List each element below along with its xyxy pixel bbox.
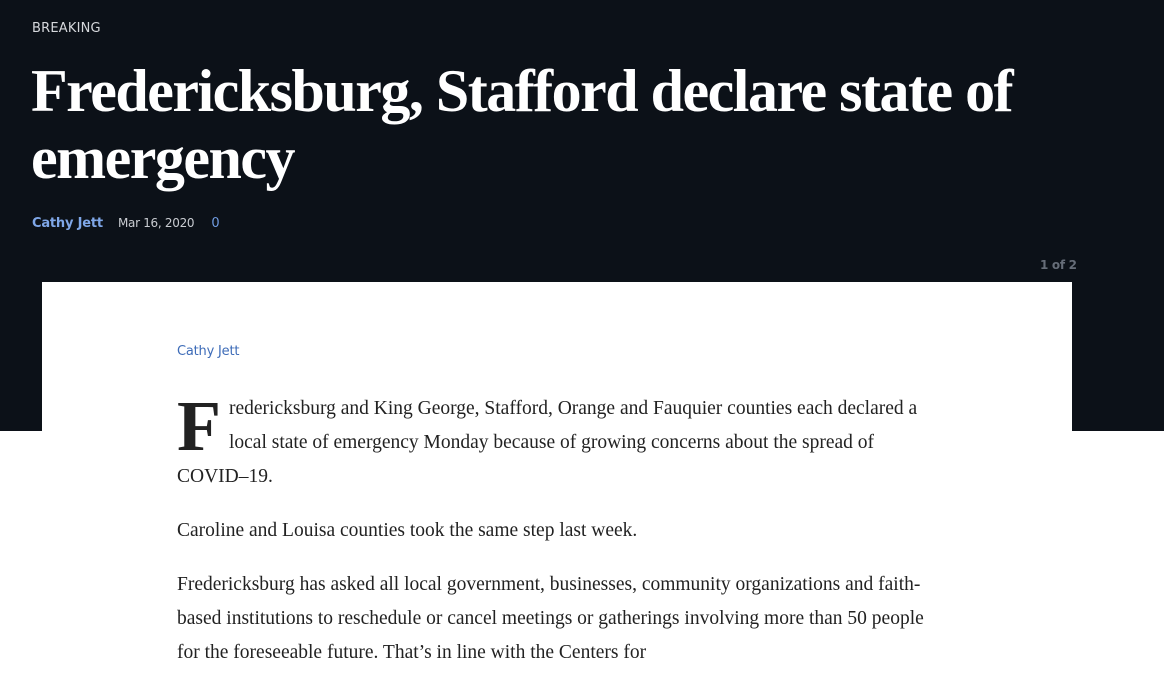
drop-cap: F [177, 386, 221, 466]
author-link[interactable]: Cathy Jett [32, 216, 103, 231]
comment-count-link[interactable]: 0 [211, 216, 219, 231]
article-paragraph-2: Caroline and Louisa counties took the sa… [177, 520, 638, 541]
byline: Cathy Jett Mar 16, 2020 0 [32, 212, 220, 231]
article-paragraph-3: Fredericksburg has asked all local gover… [177, 574, 924, 663]
paragraph-1-text: redericksburg and King George, Stafford,… [177, 398, 918, 487]
headline: Fredericksburg, Stafford declare state o… [31, 58, 1014, 191]
breaking-label: BREAKING [32, 21, 101, 36]
article-paragraph-1: Fredericksburg and King George, Stafford… [177, 386, 929, 494]
gallery-pager: 1 of 2 [1040, 258, 1077, 272]
publish-date: Mar 16, 2020 [117, 216, 195, 230]
article-body: Fredericksburg and King George, Stafford… [177, 386, 929, 690]
photo-credit-link[interactable]: Cathy Jett [177, 344, 239, 359]
